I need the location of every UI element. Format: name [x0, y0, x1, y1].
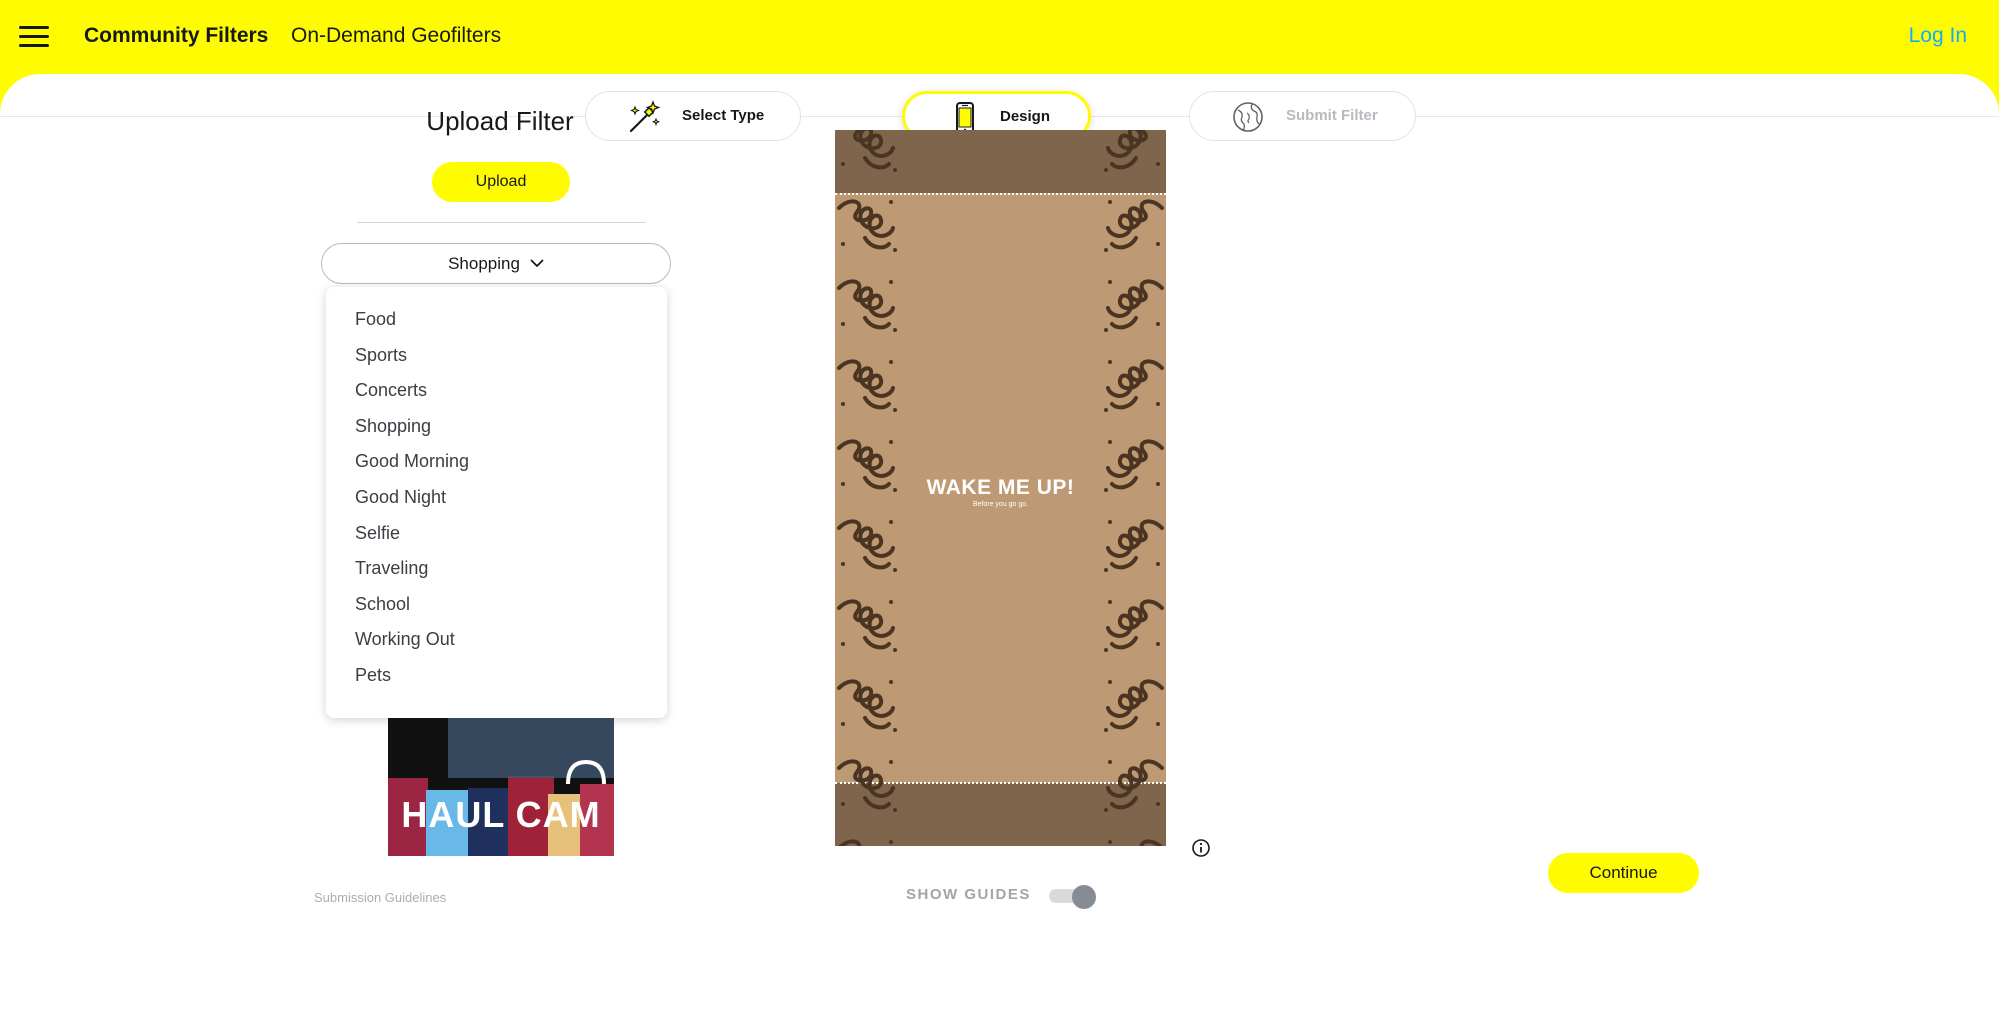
dropdown-option-food[interactable]: Food — [326, 302, 667, 338]
submission-guidelines-link[interactable]: Submission Guidelines — [314, 890, 446, 905]
category-select[interactable]: Shopping — [321, 243, 671, 284]
swirl-decoration-icon — [837, 279, 897, 332]
step-select-type-label: Select Type — [682, 107, 765, 124]
bag-handle-icon — [566, 759, 606, 785]
preview-subtitle-text: Before you go go. — [972, 501, 1029, 508]
dropdown-option-sports[interactable]: Sports — [326, 338, 667, 374]
step-submit-filter-label: Submit Filter — [1286, 107, 1378, 124]
step-submit-filter[interactable]: Submit Filter — [1189, 91, 1416, 141]
show-guides-toggle[interactable] — [1049, 885, 1097, 909]
swirl-decoration-icon — [1104, 199, 1164, 252]
step-design-label: Design — [1000, 108, 1051, 125]
swirl-decoration-icon — [837, 759, 897, 812]
swirl-decoration-icon — [839, 130, 897, 172]
swirl-decoration-icon — [837, 599, 897, 652]
swirl-decoration-icon — [837, 199, 897, 252]
swirl-decoration-icon — [1106, 839, 1164, 846]
category-dropdown: Food Sports Concerts Shopping Good Morni… — [326, 287, 667, 718]
swirl-decoration-icon — [837, 519, 897, 572]
dropdown-option-pets[interactable]: Pets — [326, 658, 667, 694]
swirl-decoration-icon — [1104, 279, 1164, 332]
top-bar: Community Filters On-Demand Geofilters L… — [0, 0, 1999, 74]
dropdown-option-working-out[interactable]: Working Out — [326, 622, 667, 658]
swirl-decoration-icon — [838, 839, 893, 846]
swirl-decoration-icon — [1104, 359, 1164, 412]
login-link[interactable]: Log In — [1909, 24, 1967, 48]
dropdown-option-selfie[interactable]: Selfie — [326, 516, 667, 552]
dropdown-option-good-morning[interactable]: Good Morning — [326, 444, 667, 480]
hamburger-menu-icon[interactable] — [19, 26, 49, 48]
swirl-decoration-icon — [1104, 599, 1164, 652]
upload-button[interactable]: Upload — [432, 162, 570, 202]
category-selected-value: Shopping — [448, 253, 520, 273]
toggle-knob — [1072, 885, 1096, 909]
swirl-decoration-icon — [1104, 519, 1164, 572]
swirl-decoration-icon — [1104, 130, 1164, 172]
nav-community-filters[interactable]: Community Filters — [84, 24, 268, 48]
show-guides-label: SHOW GUIDES — [906, 886, 1031, 903]
dropdown-option-school[interactable]: School — [326, 587, 667, 623]
info-icon[interactable] — [1191, 838, 1211, 858]
divider — [357, 222, 646, 223]
swirl-decoration-icon — [837, 359, 897, 412]
preview-title-text: WAKE ME UP! — [926, 476, 1075, 499]
thumbnail-text: HAUL CAM — [401, 794, 601, 835]
globe-icon — [1233, 102, 1263, 132]
nav-on-demand-geofilters[interactable]: On-Demand Geofilters — [291, 24, 501, 48]
filter-preview: WAKE ME UP! Before you go go. — [835, 130, 1166, 846]
dropdown-option-good-night[interactable]: Good Night — [326, 480, 667, 516]
swirl-decoration-icon — [837, 679, 897, 732]
swirl-decoration-icon — [1104, 679, 1164, 732]
swirl-decoration-icon — [1104, 759, 1164, 812]
chevron-down-icon — [530, 259, 544, 267]
dropdown-option-concerts[interactable]: Concerts — [326, 373, 667, 409]
template-thumbnail-haul-cam[interactable]: HAUL CAM — [388, 718, 614, 856]
dropdown-option-shopping[interactable]: Shopping — [326, 409, 667, 445]
dropdown-option-traveling[interactable]: Traveling — [326, 551, 667, 587]
upload-filter-title: Upload Filter — [426, 106, 574, 136]
continue-button[interactable]: Continue — [1548, 853, 1699, 893]
